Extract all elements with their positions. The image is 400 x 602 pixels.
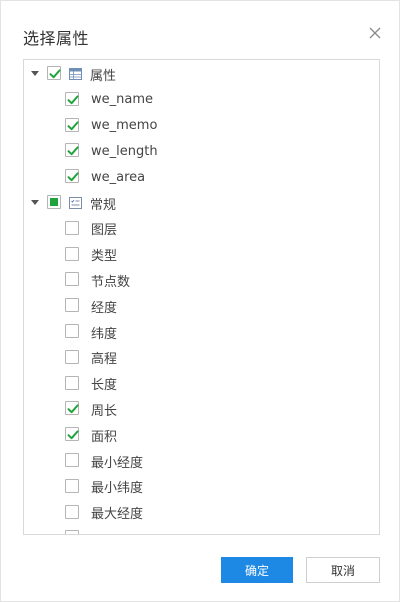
item-checkbox[interactable] [65,169,79,184]
tree-item-row[interactable]: we_area [24,164,379,190]
caret-down-icon[interactable] [31,70,39,78]
tree-item-label: 图层 [91,223,118,239]
tree-item-row[interactable] [24,525,379,534]
tree-item-label: we_memo [91,118,158,134]
tree-item-label: 面积 [91,429,118,445]
item-checkbox[interactable] [65,401,79,416]
item-checkbox[interactable] [65,427,79,442]
group-checkbox[interactable] [47,195,61,209]
tree-item-label: 高程 [91,352,118,368]
item-checkbox[interactable] [65,143,79,158]
tree-item-row[interactable]: 经度 [24,293,379,319]
item-checkbox[interactable] [65,246,79,261]
tree-item-label: 类型 [91,249,118,265]
tree-item-row[interactable]: 图层 [24,216,379,242]
item-checkbox[interactable] [65,375,79,390]
caret-down-icon[interactable] [31,199,39,207]
tree-item-row[interactable]: 最大经度 [24,500,379,526]
dialog-title: 选择属性 [23,29,90,48]
item-checkbox[interactable] [65,298,79,313]
tree-group-label: 常规 [90,197,117,213]
item-checkbox[interactable] [65,349,79,364]
group-checkbox[interactable] [47,66,61,80]
tree-item-label: we_name [91,92,153,108]
item-checkbox[interactable] [65,272,79,287]
item-checkbox[interactable] [65,504,79,519]
tree-item-label: 纬度 [91,326,118,342]
select-attributes-dialog: 选择属性 属性 we_name we_memo we_length we_area 常规图… [0,0,400,602]
tree-item-row[interactable]: 高程 [24,345,379,371]
item-checkbox[interactable] [65,117,79,132]
tree-item-row[interactable]: 类型 [24,242,379,268]
item-checkbox[interactable] [65,530,79,534]
tree-item-row[interactable]: 周长 [24,396,379,422]
tree-item-row[interactable]: 最小纬度 [24,474,379,500]
tree-item-row[interactable]: 纬度 [24,319,379,345]
close-icon[interactable] [367,25,383,41]
cancel-button[interactable]: 取消 [306,557,380,583]
tree-item-row[interactable]: 长度 [24,371,379,397]
item-checkbox[interactable] [65,91,79,106]
tree-group-row[interactable]: 属性 [24,61,379,87]
tree-item-label: we_area [91,169,146,185]
tree-item-row[interactable]: 面积 [24,422,379,448]
table-icon [69,68,82,80]
item-checkbox[interactable] [65,324,79,338]
tree-item-label: 最小经度 [91,455,144,471]
tree-item-label: 最小纬度 [91,481,144,497]
ok-button[interactable]: 确定 [221,557,293,583]
tree-item-row[interactable]: we_length [24,138,379,164]
attribute-tree[interactable]: 属性 we_name we_memo we_length we_area 常规图层类型节点… [23,59,380,535]
tree-group-row[interactable]: 常规 [24,190,379,216]
tree-item-label: 经度 [91,300,118,316]
tree-item-label: we_length [91,143,158,159]
item-checkbox[interactable] [65,478,79,493]
tree-item-row[interactable]: we_memo [24,113,379,139]
item-checkbox[interactable] [65,453,79,467]
tree-item-label: 最大经度 [91,507,144,523]
tree-group-label: 属性 [90,68,117,84]
tree-item-row[interactable]: we_name [24,87,379,113]
checklist-icon [69,197,82,209]
tree-item-label: 长度 [91,378,118,394]
tree-item-row[interactable]: 最小经度 [24,448,379,474]
tree-item-label: 周长 [91,403,118,419]
tree-item-row[interactable]: 节点数 [24,267,379,293]
item-checkbox[interactable] [65,220,79,235]
tree-item-label: 节点数 [91,274,131,290]
